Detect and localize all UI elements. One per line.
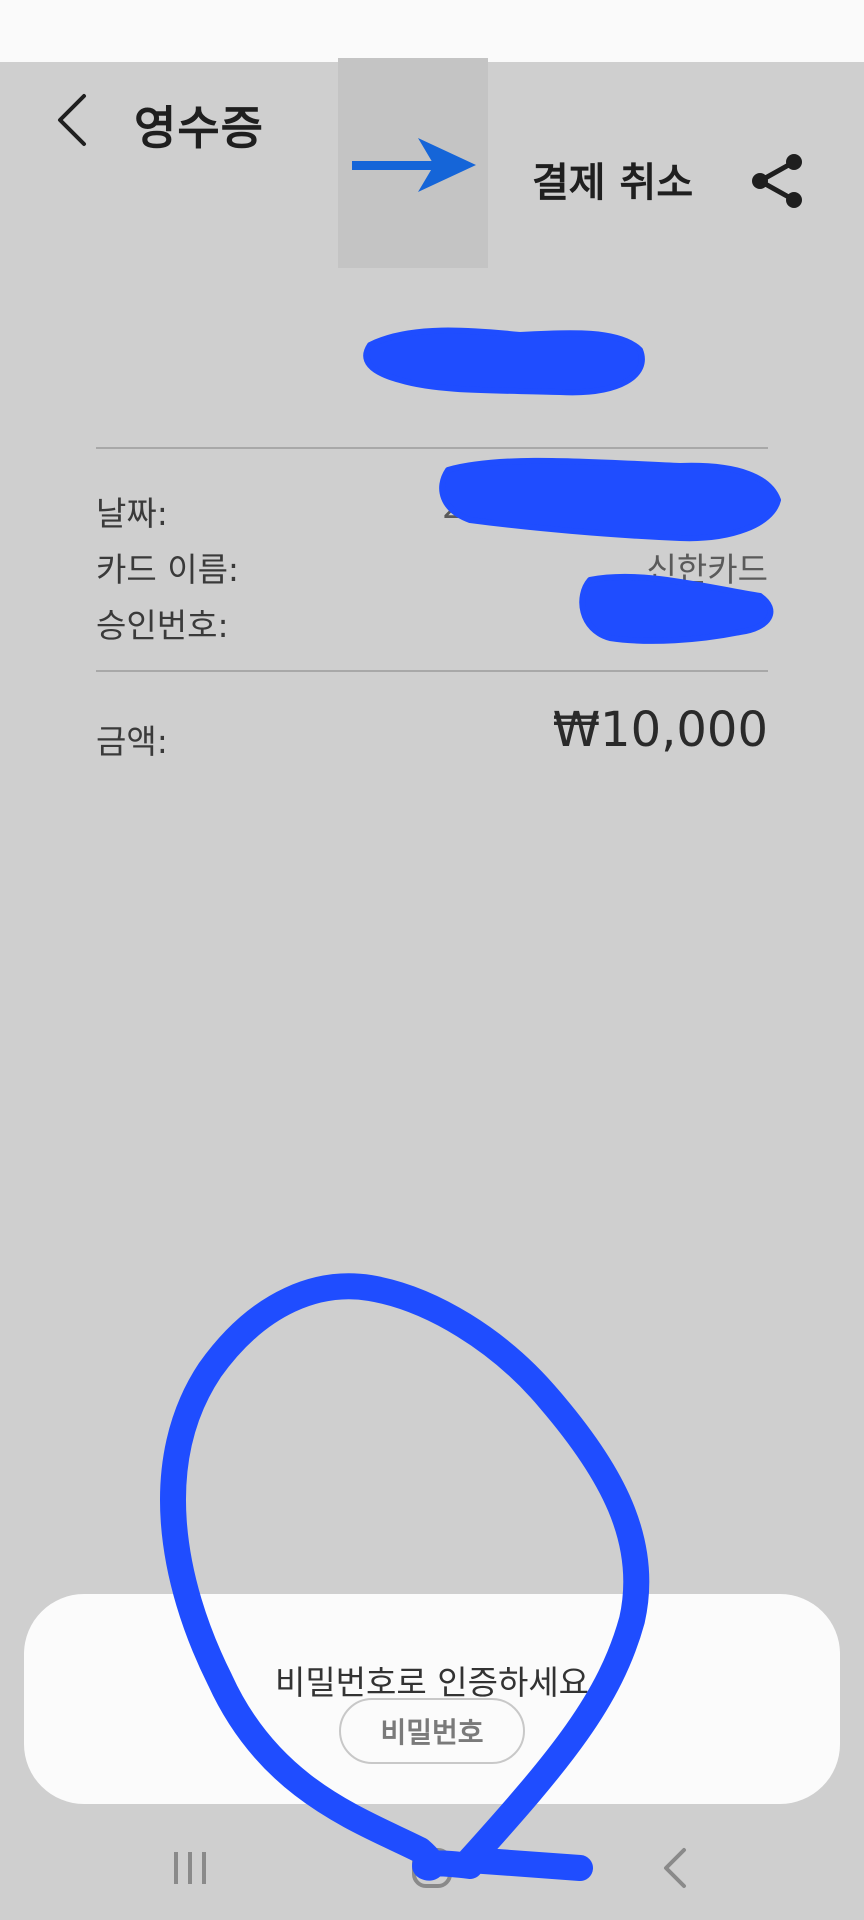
auth-message: 비밀번호로 인증하세요 [274,1663,590,1702]
divider-bottom [96,670,768,672]
back-icon [664,1848,686,1888]
system-nav-bar [0,1812,864,1920]
status-bar [0,0,864,62]
recents-button[interactable] [160,1840,220,1896]
recents-icon [174,1852,206,1884]
date-value: 202 [442,487,505,526]
nav-back-button[interactable] [646,1840,706,1896]
approval-number-label: 승인번호: [96,606,229,645]
back-button[interactable] [48,85,96,155]
amount-label: 금액: [96,722,168,761]
cancel-payment-button[interactable]: 결제 취소 [532,150,693,208]
home-button[interactable] [402,1840,462,1896]
auth-sheet: 비밀번호로 인증하세요 비밀번호 [24,1594,840,1804]
page-title: 영수증 [134,101,264,155]
date-label: 날짜: [96,494,168,533]
amount-value: ₩10,000 [552,702,768,758]
card-name-value: 신한카드 [646,550,768,589]
home-icon [412,1848,452,1888]
card-name-label: 카드 이름: [96,550,240,589]
share-icon [752,154,802,208]
share-button[interactable] [748,150,808,212]
merchant-name: 가마늘 [376,332,488,378]
divider-top [96,447,768,449]
chevron-left-icon [58,94,86,146]
arrow-annotation [352,138,476,192]
password-button[interactable]: 비밀번호 [339,1698,525,1764]
